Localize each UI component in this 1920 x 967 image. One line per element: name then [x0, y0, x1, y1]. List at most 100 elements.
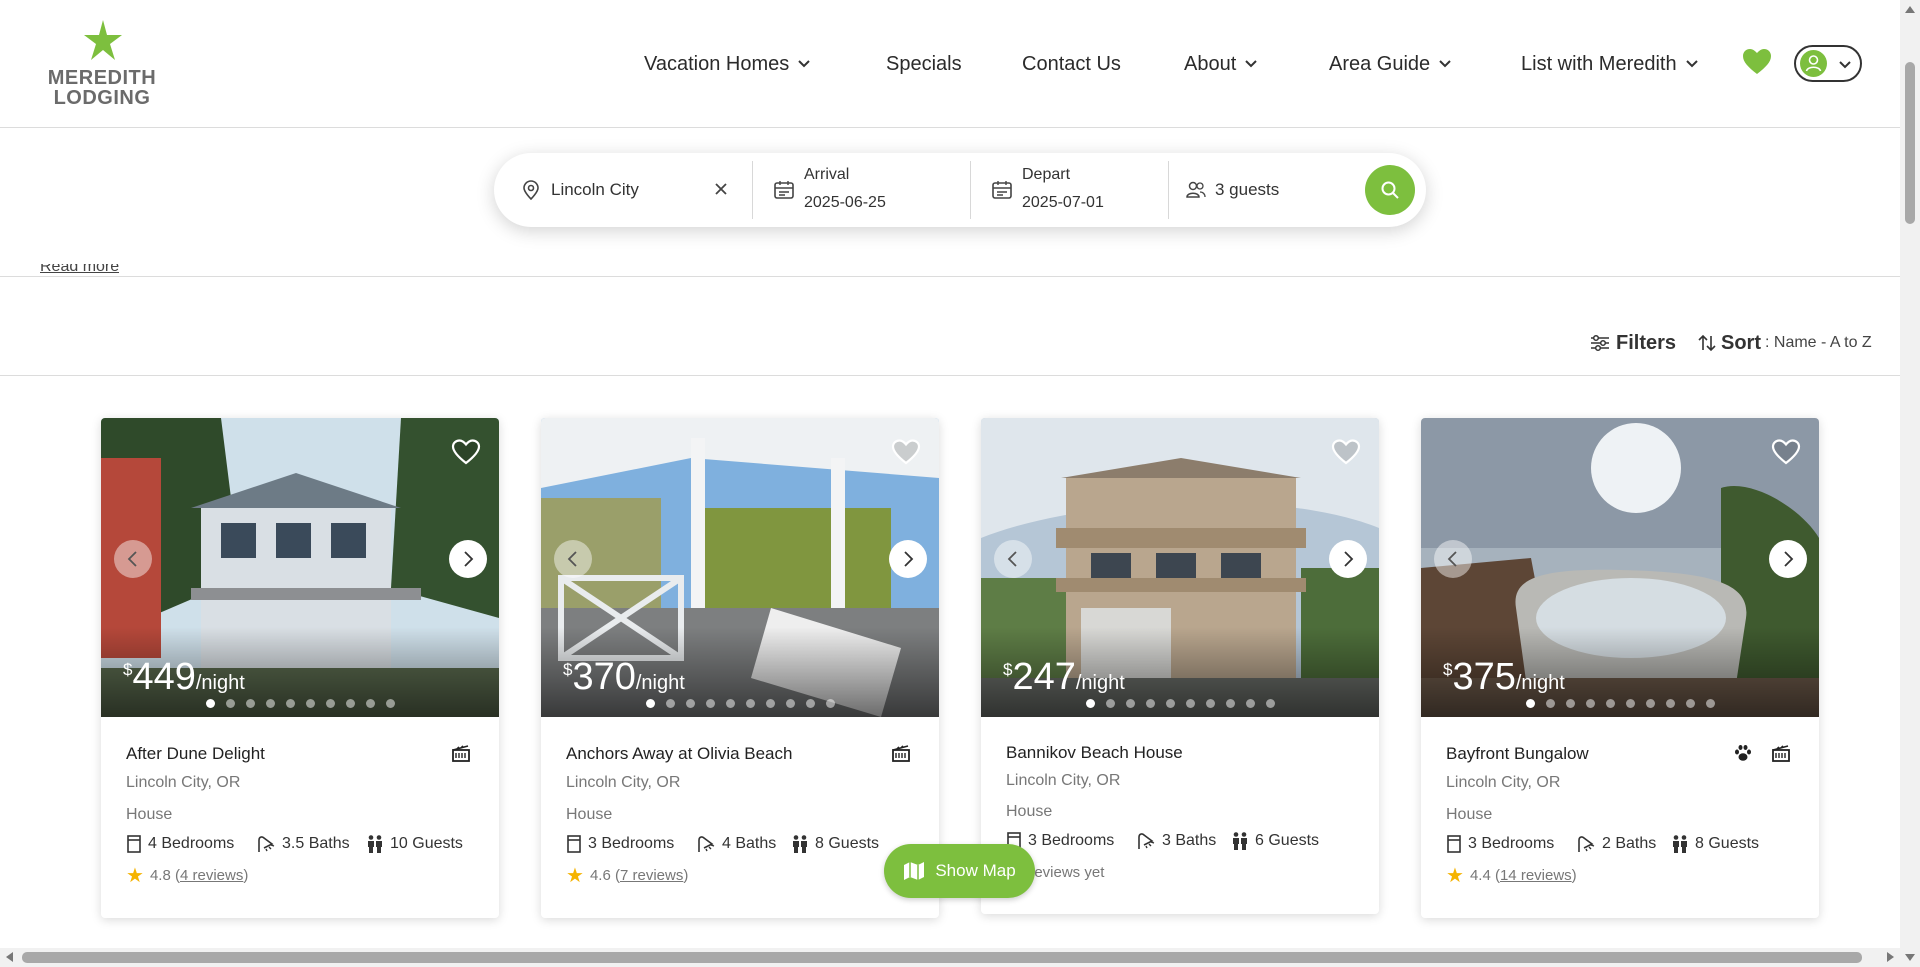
photo-dot[interactable]: [1686, 699, 1695, 708]
photo-dot[interactable]: [1246, 699, 1255, 708]
photo-dot[interactable]: [666, 699, 675, 708]
photo-dot[interactable]: [826, 699, 835, 708]
movie-icon: [452, 745, 470, 762]
horizontal-scrollbar[interactable]: [0, 948, 1900, 967]
listing-photo[interactable]: $375/night: [1421, 418, 1819, 717]
photo-dot[interactable]: [686, 699, 695, 708]
photo-dot[interactable]: [646, 699, 655, 708]
listing-photo[interactable]: $370/night: [541, 418, 939, 717]
show-map-button[interactable]: Show Map: [884, 844, 1035, 898]
previous-photo-button[interactable]: [994, 540, 1032, 578]
photo-dot[interactable]: [1586, 699, 1595, 708]
nav-area-guide[interactable]: Area Guide: [1329, 46, 1452, 82]
photo-dot[interactable]: [706, 699, 715, 708]
previous-photo-button[interactable]: [554, 540, 592, 578]
photo-dot[interactable]: [1106, 699, 1115, 708]
photo-dot[interactable]: [1626, 699, 1635, 708]
depart-date-field[interactable]: Depart 2025-07-01: [971, 153, 1168, 227]
previous-photo-button[interactable]: [114, 540, 152, 578]
photo-dot[interactable]: [326, 699, 335, 708]
listing-photo[interactable]: $449/night: [101, 418, 499, 717]
photo-dot[interactable]: [306, 699, 315, 708]
scroll-right-arrow[interactable]: [1887, 952, 1894, 962]
photo-dot[interactable]: [1566, 699, 1575, 708]
next-photo-button[interactable]: [1329, 540, 1367, 578]
nav-specials[interactable]: Specials: [886, 46, 962, 82]
photo-dot[interactable]: [286, 699, 295, 708]
next-photo-button[interactable]: [449, 540, 487, 578]
photo-dot[interactable]: [1606, 699, 1615, 708]
listing-card[interactable]: $375/night Bayfront Bungalow Lincoln Cit…: [1421, 418, 1819, 918]
photo-dot[interactable]: [726, 699, 735, 708]
sort-button[interactable]: Sort : Name - A to Z: [1697, 331, 1872, 355]
listing-card[interactable]: $449/night After Dune Delight Lincoln Ci…: [101, 418, 499, 918]
listing-title[interactable]: After Dune Delight: [126, 744, 265, 764]
listing-title[interactable]: Bannikov Beach House: [1006, 743, 1183, 763]
photo-dot[interactable]: [1166, 699, 1175, 708]
listing-card[interactable]: $247/night Bannikov Beach House Lincoln …: [981, 418, 1379, 914]
guests-field[interactable]: 3 guests: [1169, 153, 1359, 227]
scroll-up-arrow[interactable]: [1905, 6, 1915, 13]
bedrooms: 4 Bedrooms: [126, 833, 234, 855]
favorites-heart-icon[interactable]: [1742, 48, 1772, 76]
favorite-heart-icon[interactable]: [1771, 438, 1801, 466]
nightly-price: $370/night: [563, 656, 685, 699]
search-button[interactable]: [1365, 165, 1415, 215]
meredith-lodging-logo[interactable]: MEREDITH LODGING: [46, 18, 158, 112]
nav-vacation-homes[interactable]: Vacation Homes: [644, 46, 811, 82]
listing-photo[interactable]: $247/night: [981, 418, 1379, 717]
photo-dot[interactable]: [366, 699, 375, 708]
listing-card[interactable]: $370/night Anchors Away at Olivia Beach …: [541, 418, 939, 918]
reviews-link[interactable]: 7 reviews: [620, 867, 683, 884]
photo-dot[interactable]: [386, 699, 395, 708]
favorite-heart-icon[interactable]: [451, 438, 481, 466]
filters-button[interactable]: Filters: [1590, 331, 1676, 355]
nav-list-with-meredith[interactable]: List with Meredith: [1521, 46, 1699, 82]
photo-dot[interactable]: [1646, 699, 1655, 708]
photo-dot[interactable]: [1226, 699, 1235, 708]
star-icon: ★: [566, 864, 584, 887]
photo-dot[interactable]: [346, 699, 355, 708]
nav-about[interactable]: About: [1184, 46, 1258, 82]
photo-dot[interactable]: [206, 699, 215, 708]
listing-title[interactable]: Bayfront Bungalow: [1446, 744, 1589, 764]
photo-dot[interactable]: [1146, 699, 1155, 708]
photo-dot[interactable]: [1126, 699, 1135, 708]
next-photo-button[interactable]: [889, 540, 927, 578]
photo-dot[interactable]: [246, 699, 255, 708]
photo-dot[interactable]: [1546, 699, 1555, 708]
favorite-heart-icon[interactable]: [1331, 438, 1361, 466]
scrollbar-thumb[interactable]: [1905, 62, 1915, 224]
arrival-date-field[interactable]: Arrival 2025-06-25: [753, 153, 970, 227]
paw-icon: [1735, 745, 1751, 761]
photo-dot[interactable]: [1706, 699, 1715, 708]
photo-dot[interactable]: [1666, 699, 1675, 708]
vertical-scrollbar[interactable]: [1900, 0, 1920, 967]
photo-dot[interactable]: [746, 699, 755, 708]
scroll-left-arrow[interactable]: [6, 952, 13, 962]
chevron-down-icon: [1245, 60, 1257, 68]
photo-dot[interactable]: [806, 699, 815, 708]
favorite-heart-icon[interactable]: [891, 438, 921, 466]
photo-dot[interactable]: [1206, 699, 1215, 708]
listing-title[interactable]: Anchors Away at Olivia Beach: [566, 744, 792, 764]
clear-location-icon[interactable]: [712, 180, 730, 198]
account-menu-button[interactable]: [1794, 45, 1862, 82]
photo-dot[interactable]: [226, 699, 235, 708]
photo-dot[interactable]: [786, 699, 795, 708]
previous-photo-button[interactable]: [1434, 540, 1472, 578]
scrollbar-thumb[interactable]: [22, 952, 1862, 963]
photo-dot[interactable]: [1186, 699, 1195, 708]
read-more-link[interactable]: Read more: [40, 264, 119, 276]
next-photo-button[interactable]: [1769, 540, 1807, 578]
photo-dot[interactable]: [1086, 699, 1095, 708]
photo-dot[interactable]: [1266, 699, 1275, 708]
nav-contact-us[interactable]: Contact Us: [1022, 46, 1121, 82]
location-field[interactable]: Lincoln City: [494, 153, 752, 227]
scroll-down-arrow[interactable]: [1905, 954, 1915, 961]
photo-dot[interactable]: [1526, 699, 1535, 708]
reviews-link[interactable]: 4 reviews: [180, 867, 243, 884]
reviews-link[interactable]: 14 reviews: [1500, 867, 1572, 884]
photo-dot[interactable]: [766, 699, 775, 708]
photo-dot[interactable]: [266, 699, 275, 708]
